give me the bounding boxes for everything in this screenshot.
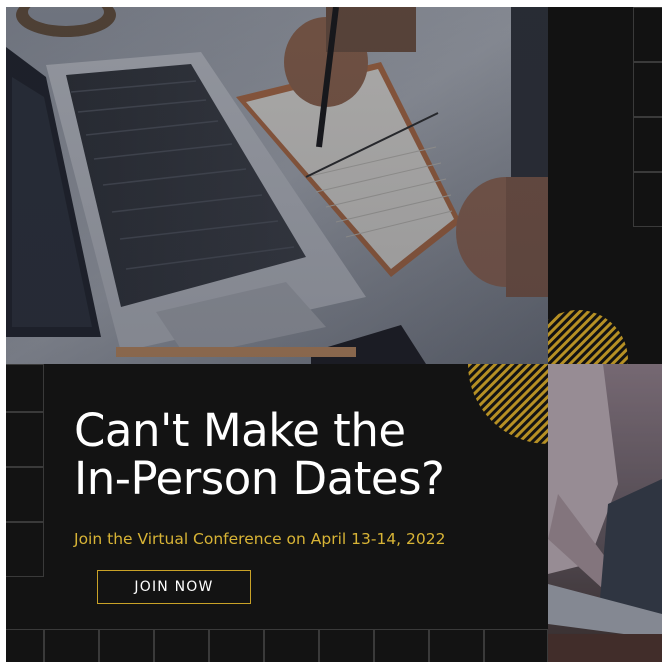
grid-cell [209,629,264,662]
grid-cell [6,467,44,522]
page-canvas: Can't Make the In-Person Dates? Join the… [0,0,662,668]
grid-cell [99,629,154,662]
grid-cell [264,629,319,662]
grid-cell [484,629,548,662]
grid-cell [374,629,429,662]
grid-cell [44,629,99,662]
grid-cell [633,7,662,62]
headline-line-2: In-Person Dates? [74,452,445,505]
grid-cell [154,629,209,662]
headline: Can't Make the In-Person Dates? [74,407,544,503]
striped-circle-decoration [548,310,628,364]
grid-cell [633,172,662,227]
grid-cell [633,117,662,172]
desk-laptop-photo [6,7,548,364]
join-now-button[interactable]: JOIN NOW [97,570,251,604]
grid-cell [6,412,44,467]
grid-cell [633,62,662,117]
grid-cell [429,629,484,662]
grid-cell [6,364,44,412]
event-dates-subline: Join the Virtual Conference on April 13-… [74,530,446,548]
grid-cell [6,629,44,662]
promo-card: Can't Make the In-Person Dates? Join the… [6,7,662,662]
headline-line-1: Can't Make the [74,404,406,457]
person-laptop-photo [548,364,662,662]
grid-cell [6,522,44,577]
grid-cell [319,629,374,662]
grid-pattern-right [548,7,662,364]
